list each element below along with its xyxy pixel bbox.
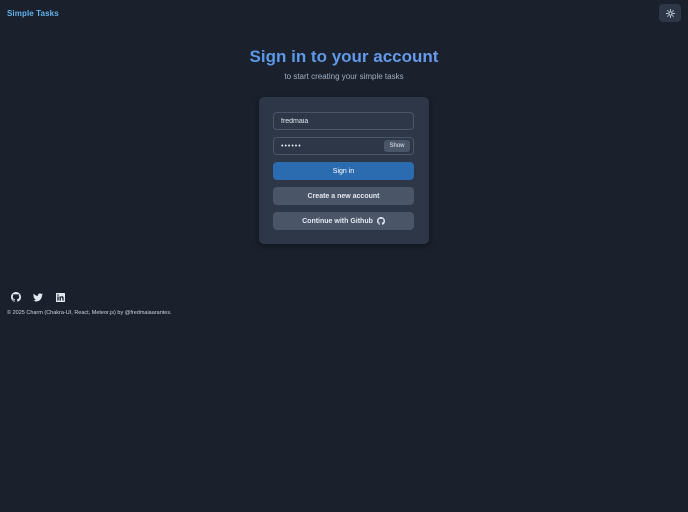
create-account-label: Create a new account <box>307 192 380 200</box>
signin-button-label: Sign in <box>332 167 355 175</box>
github-login-button[interactable]: Continue with Github <box>273 212 414 230</box>
username-input[interactable] <box>273 112 414 130</box>
copyright-text: © 2025 Charm (Chakra-UI, React, Meteor.j… <box>7 310 172 316</box>
linkedin-link[interactable] <box>55 292 65 302</box>
brand-logo[interactable]: Simple Tasks <box>7 9 59 18</box>
signin-card: Show Sign in Create a new account Contin… <box>259 97 429 244</box>
show-password-button[interactable]: Show <box>384 140 410 152</box>
password-field: Show <box>273 137 414 155</box>
github-login-label: Continue with Github <box>302 217 373 225</box>
page-subtitle: to start creating your simple tasks <box>284 72 404 81</box>
linkedin-icon <box>55 292 65 302</box>
github-link[interactable] <box>11 292 21 302</box>
sun-icon <box>665 8 675 18</box>
github-icon <box>11 292 21 302</box>
twitter-link[interactable] <box>33 292 43 302</box>
signin-button[interactable]: Sign in <box>273 162 414 180</box>
page-title: Sign in to your account <box>0 47 688 67</box>
social-links <box>11 292 65 302</box>
github-icon <box>376 217 385 225</box>
theme-toggle-button[interactable] <box>659 4 681 22</box>
twitter-icon <box>33 292 43 301</box>
create-account-button[interactable]: Create a new account <box>273 187 414 205</box>
